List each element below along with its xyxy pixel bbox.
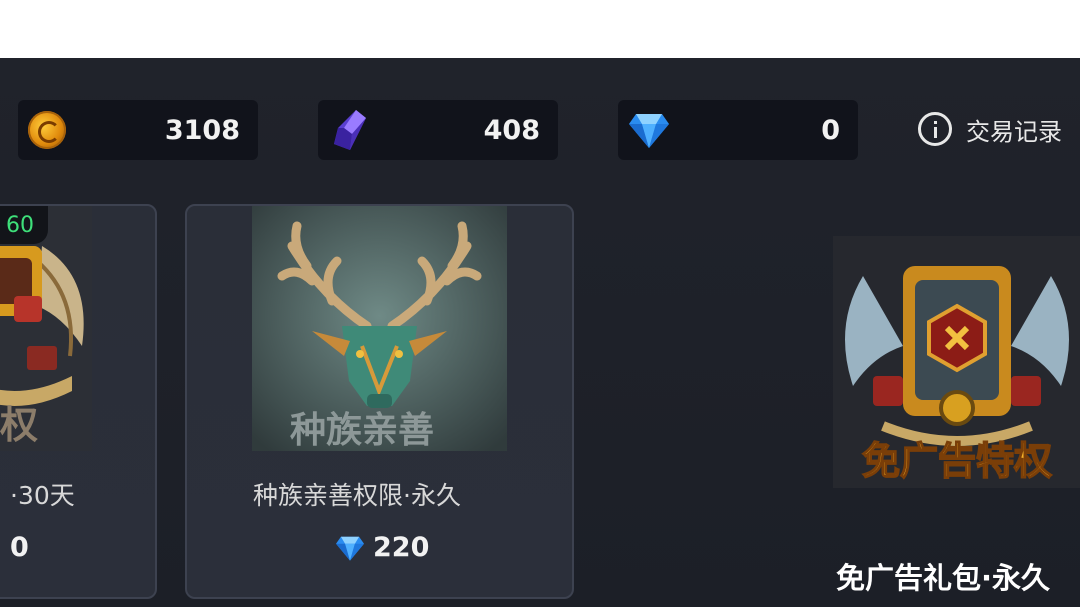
card-title: 种族亲善权限·永久 (253, 481, 461, 510)
shop-card-race-goodwill[interactable]: 种族亲善 种族亲善权限·永久 220 (185, 204, 574, 599)
shop-panel: 3108 408 0 交易记录 权 60 ·30天 0 种族亲善 种族亲善权限·… (0, 58, 1080, 607)
svg-text:免广告特权: 免广告特权 (862, 439, 1052, 483)
card-price: 0 (10, 532, 29, 563)
card-price: 220 (335, 532, 429, 563)
svg-text:特权: 特权 (0, 403, 38, 447)
transaction-records-link[interactable]: 交易记录 (918, 108, 1062, 150)
feature-title: 免广告礼包·永久 (836, 561, 1051, 595)
blue-diamond-icon (629, 114, 669, 148)
card-price-value: 220 (373, 532, 430, 563)
card-price-value: 0 (10, 532, 29, 563)
gold-coin-icon (28, 111, 66, 149)
diamond-balance: 0 (618, 100, 858, 160)
card-title: ·30天 (10, 481, 75, 510)
transaction-records-label: 交易记录 (966, 117, 1062, 146)
purple-crystal-icon (334, 110, 366, 150)
crystal-value: 408 (483, 114, 540, 146)
shop-card-ad-free-30-days[interactable]: 特权 60 ·30天 0 (0, 204, 157, 599)
diamond-value: 0 (821, 114, 840, 146)
info-icon (918, 112, 952, 146)
coin-value: 3108 (164, 114, 240, 146)
countdown-badge: 60 (0, 206, 48, 244)
stag-emblem-art: 种族亲善 (252, 206, 507, 451)
blue-diamond-icon (336, 536, 364, 561)
crystal-balance: 408 (318, 100, 558, 160)
svg-text:种族亲善: 种族亲善 (290, 410, 434, 451)
ad-free-privilege-emblem: 免广告特权 (833, 236, 1080, 488)
coin-balance: 3108 (18, 100, 258, 160)
